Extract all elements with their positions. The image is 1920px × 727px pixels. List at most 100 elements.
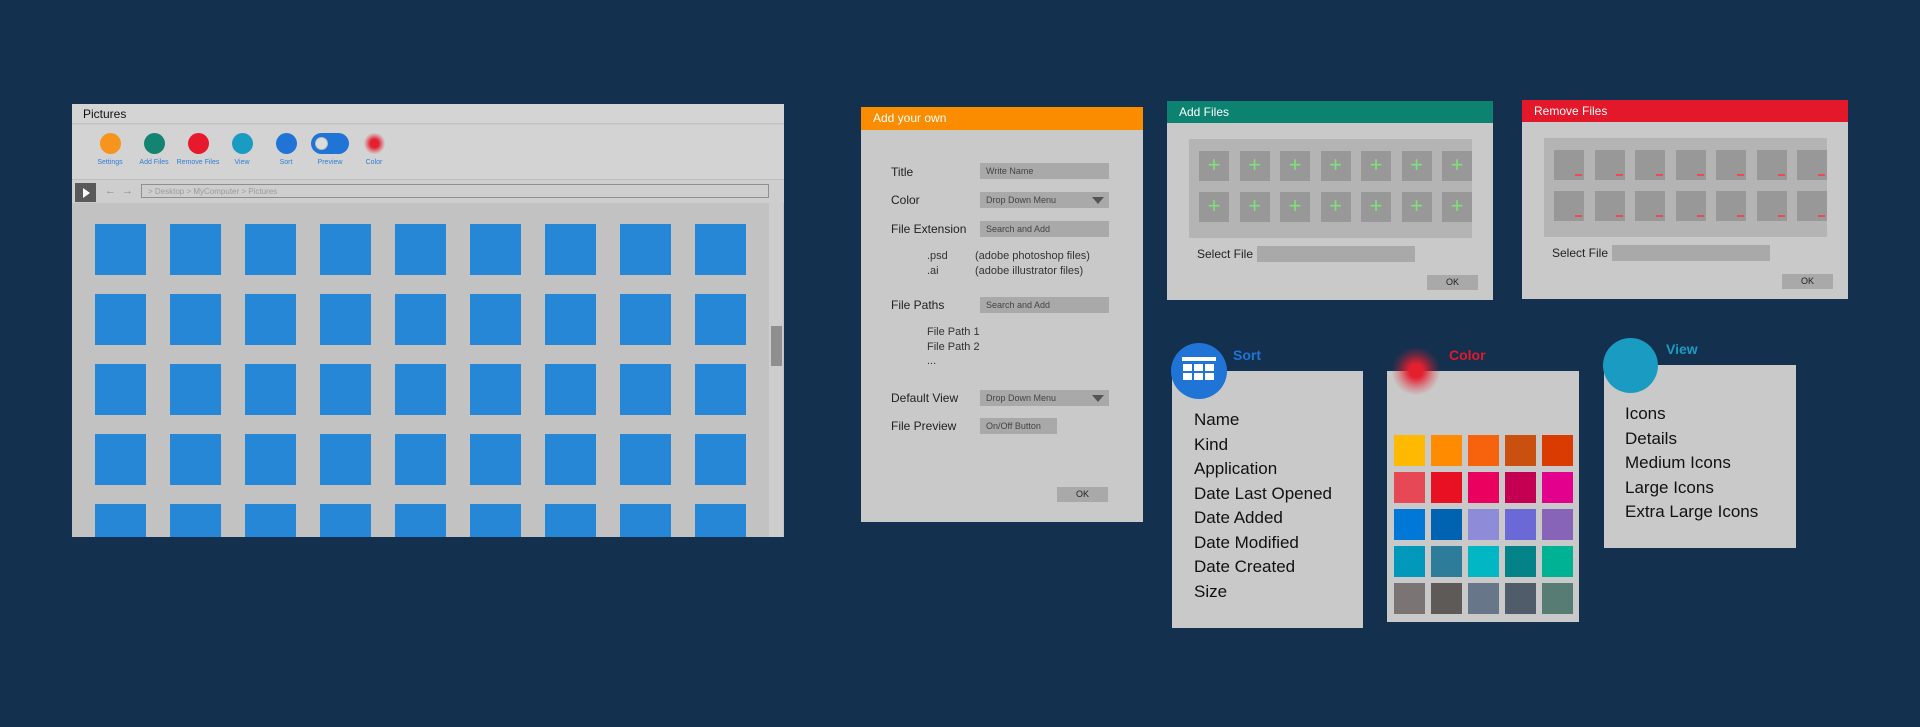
forward-arrow-icon[interactable]: → bbox=[122, 185, 133, 197]
remove-slot[interactable] bbox=[1756, 191, 1787, 221]
file-thumbnail[interactable] bbox=[545, 434, 596, 485]
sort-option[interactable]: Application bbox=[1194, 459, 1277, 479]
view-option[interactable]: Icons bbox=[1625, 404, 1666, 424]
color-swatch[interactable] bbox=[1394, 583, 1425, 614]
file-thumbnail[interactable] bbox=[620, 224, 671, 275]
view-option[interactable]: Extra Large Icons bbox=[1625, 502, 1758, 522]
sort-option[interactable]: Date Created bbox=[1194, 557, 1295, 577]
color-swatch[interactable] bbox=[1431, 509, 1462, 540]
file-thumbnail[interactable] bbox=[395, 364, 446, 415]
file-thumbnail[interactable] bbox=[695, 364, 746, 415]
file-thumbnail[interactable] bbox=[695, 434, 746, 485]
title-input[interactable]: Write Name bbox=[980, 163, 1109, 179]
add-slot[interactable]: + bbox=[1280, 192, 1310, 222]
view-option[interactable]: Large Icons bbox=[1625, 478, 1714, 498]
color-swatch[interactable] bbox=[1394, 472, 1425, 503]
file-thumbnail[interactable] bbox=[620, 364, 671, 415]
file-thumbnail[interactable] bbox=[170, 434, 221, 485]
color-swatch[interactable] bbox=[1431, 546, 1462, 577]
remove-slot[interactable] bbox=[1797, 150, 1827, 180]
remove-slot[interactable] bbox=[1635, 150, 1665, 180]
file-thumbnail[interactable] bbox=[545, 294, 596, 345]
file-thumbnail[interactable] bbox=[395, 434, 446, 485]
file-thumbnail[interactable] bbox=[170, 294, 221, 345]
color-swatch[interactable] bbox=[1468, 546, 1499, 577]
add-slot[interactable]: + bbox=[1320, 151, 1351, 181]
add-slot[interactable]: + bbox=[1239, 151, 1270, 181]
color-swatch[interactable] bbox=[1505, 583, 1536, 614]
file-thumbnail[interactable] bbox=[320, 364, 371, 415]
color-swatch[interactable] bbox=[1431, 583, 1462, 614]
file-thumbnail[interactable] bbox=[95, 224, 146, 275]
file-thumbnail[interactable] bbox=[170, 364, 221, 415]
add-slot[interactable]: + bbox=[1401, 151, 1432, 181]
file-thumbnail[interactable] bbox=[320, 504, 371, 537]
color-swatch[interactable] bbox=[1468, 472, 1499, 503]
remove-slot[interactable] bbox=[1675, 191, 1706, 221]
remove-slot[interactable] bbox=[1797, 191, 1827, 221]
remove-files-button[interactable]: Remove Files bbox=[176, 133, 220, 166]
color-swatch[interactable] bbox=[1468, 583, 1499, 614]
remove-slot[interactable] bbox=[1554, 191, 1584, 221]
color-button[interactable]: Color bbox=[352, 133, 396, 166]
add-slot[interactable]: + bbox=[1280, 151, 1310, 181]
color-swatch[interactable] bbox=[1542, 583, 1573, 614]
file-thumbnail[interactable] bbox=[95, 434, 146, 485]
color-swatch[interactable] bbox=[1431, 435, 1462, 466]
file-thumbnail[interactable] bbox=[470, 364, 521, 415]
file-thumbnail[interactable] bbox=[170, 504, 221, 537]
add-slot[interactable]: + bbox=[1361, 192, 1391, 222]
preview-toggle[interactable]: Preview bbox=[308, 133, 352, 166]
remove-slot[interactable] bbox=[1635, 191, 1665, 221]
ok-button[interactable]: OK bbox=[1057, 487, 1108, 502]
file-thumbnail[interactable] bbox=[245, 434, 296, 485]
default-view-dropdown[interactable]: Drop Down Menu bbox=[980, 390, 1109, 406]
remove-slot[interactable] bbox=[1716, 150, 1746, 180]
add-slot[interactable]: + bbox=[1320, 192, 1351, 222]
add-slot[interactable]: + bbox=[1239, 192, 1270, 222]
file-thumbnail[interactable] bbox=[245, 294, 296, 345]
color-dropdown[interactable]: Drop Down Menu bbox=[980, 192, 1109, 208]
color-swatch[interactable] bbox=[1468, 435, 1499, 466]
view-option[interactable]: Details bbox=[1625, 429, 1677, 449]
sort-option[interactable]: Name bbox=[1194, 410, 1239, 430]
sort-button[interactable]: Sort bbox=[264, 133, 308, 166]
address-bar[interactable]: > Desktop > MyComputer > Pictures bbox=[141, 184, 769, 198]
view-option[interactable]: Medium Icons bbox=[1625, 453, 1731, 473]
add-slot[interactable]: + bbox=[1199, 151, 1229, 181]
sort-option[interactable]: Size bbox=[1194, 582, 1227, 602]
add-slot[interactable]: + bbox=[1442, 192, 1472, 222]
add-slot[interactable]: + bbox=[1401, 192, 1432, 222]
file-thumbnail[interactable] bbox=[95, 364, 146, 415]
vertical-scrollbar[interactable] bbox=[769, 203, 783, 537]
file-thumbnail[interactable] bbox=[95, 294, 146, 345]
file-thumbnail[interactable] bbox=[245, 504, 296, 537]
add-slot[interactable]: + bbox=[1361, 151, 1391, 181]
remove-slot[interactable] bbox=[1716, 191, 1746, 221]
color-swatch[interactable] bbox=[1542, 472, 1573, 503]
file-thumbnail[interactable] bbox=[320, 294, 371, 345]
file-thumbnail[interactable] bbox=[620, 294, 671, 345]
remove-slot[interactable] bbox=[1756, 150, 1787, 180]
color-swatch[interactable] bbox=[1505, 435, 1536, 466]
color-swatch[interactable] bbox=[1505, 509, 1536, 540]
color-swatch[interactable] bbox=[1542, 546, 1573, 577]
remove-slot[interactable] bbox=[1675, 150, 1706, 180]
file-thumbnail[interactable] bbox=[545, 364, 596, 415]
file-thumbnail[interactable] bbox=[545, 224, 596, 275]
play-icon[interactable] bbox=[75, 183, 96, 202]
file-thumbnail[interactable] bbox=[320, 434, 371, 485]
file-paths-search[interactable]: Search and Add bbox=[980, 297, 1109, 313]
file-thumbnail[interactable] bbox=[395, 224, 446, 275]
add-slot[interactable]: + bbox=[1199, 192, 1229, 222]
ok-button[interactable]: OK bbox=[1782, 274, 1833, 289]
color-swatch[interactable] bbox=[1468, 509, 1499, 540]
color-swatch[interactable] bbox=[1542, 435, 1573, 466]
file-thumbnail[interactable] bbox=[320, 224, 371, 275]
file-thumbnail[interactable] bbox=[545, 504, 596, 537]
color-swatch[interactable] bbox=[1542, 509, 1573, 540]
remove-slot[interactable] bbox=[1594, 150, 1625, 180]
ok-button[interactable]: OK bbox=[1427, 275, 1478, 290]
file-thumbnail[interactable] bbox=[395, 504, 446, 537]
color-swatch[interactable] bbox=[1505, 546, 1536, 577]
